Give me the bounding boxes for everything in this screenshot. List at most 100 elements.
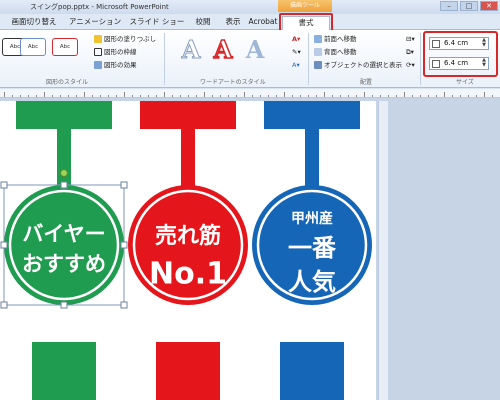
ruler-tick: [236, 95, 237, 97]
shape-style-3[interactable]: Abc: [52, 38, 78, 56]
pop-top-bar: [16, 101, 112, 129]
ruler-tick: [340, 95, 341, 97]
selection-pane-icon: [314, 61, 322, 69]
ruler-tick: [396, 95, 397, 97]
resize-handle[interactable]: [60, 181, 68, 189]
ruler-tick: [156, 95, 157, 97]
ruler-tick: [308, 95, 309, 97]
pop-text-line: バイヤー: [22, 222, 105, 246]
ruler-tick: [68, 95, 69, 97]
bring-forward-icon: [314, 35, 322, 43]
tab-transitions[interactable]: 画面切り替え: [8, 16, 60, 30]
resize-handle[interactable]: [120, 301, 128, 309]
ruler-tick: [84, 92, 85, 97]
ruler-tick: [260, 95, 261, 97]
wordart-style-1[interactable]: A: [180, 35, 202, 64]
ruler-tick: [268, 95, 269, 97]
send-backward-button[interactable]: 背面へ移動: [314, 47, 357, 57]
shape-effects-button[interactable]: 図形の効果: [94, 60, 137, 70]
group-arrange-label: 配置: [360, 79, 373, 86]
drawing-tools-header: 描画ツール: [278, 0, 332, 12]
ruler-tick: [20, 95, 21, 97]
pop-bottom-swatch: [280, 342, 344, 400]
group-separator: [164, 33, 165, 85]
resize-handle[interactable]: [120, 181, 128, 189]
group-wordart-label: ワードアートのスタイル: [200, 79, 266, 86]
resize-handle[interactable]: [0, 181, 8, 189]
ruler-tick: [28, 95, 29, 97]
wordart-style-3[interactable]: A: [244, 36, 266, 64]
group-separator: [308, 33, 309, 85]
tab-animations[interactable]: アニメーション: [66, 16, 124, 30]
ruler-tick: [44, 92, 45, 97]
shape-style-2[interactable]: Abc: [20, 38, 46, 56]
ruler-tick: [476, 95, 477, 97]
ruler-tick: [316, 95, 317, 97]
ruler-tick: [284, 92, 285, 97]
ruler-tick: [220, 95, 221, 97]
resize-handle[interactable]: [0, 301, 8, 309]
ruler-tick: [324, 92, 325, 97]
pop-text-line: おすすめ: [22, 252, 106, 276]
shape-outline-button[interactable]: 図形の枠線: [94, 47, 137, 57]
shape-effects-label: 図形の効果: [104, 61, 137, 69]
ruler-tick: [436, 95, 437, 97]
ruler-tick: [52, 95, 53, 97]
group-shape-styles-label: 図形のスタイル: [46, 79, 89, 86]
pencil-icon: [94, 48, 102, 56]
pop-bottom-swatch: [156, 342, 220, 400]
resize-handle[interactable]: [60, 301, 68, 309]
resize-handle[interactable]: [0, 241, 8, 249]
ruler-tick: [100, 95, 101, 97]
selection-pane-button[interactable]: オブジェクトの選択と表示: [314, 60, 402, 70]
pop-text-line: No.1: [149, 257, 227, 292]
tab-acrobat[interactable]: Acrobat: [248, 16, 278, 30]
text-outline-icon[interactable]: ✎▾: [292, 47, 301, 57]
group-size-label: サイズ: [456, 79, 474, 86]
pop-text-line: 人気: [288, 268, 336, 296]
pop-shapes: バイヤーおすすめ 売れ筋 No.1 甲州産一番人気: [0, 101, 372, 400]
bring-forward-button[interactable]: 前面へ移動: [314, 34, 357, 44]
rotation-handle[interactable]: [60, 169, 68, 177]
ruler-tick: [244, 92, 245, 97]
ruler-tick: [484, 92, 485, 97]
slide-canvas[interactable]: バイヤー おすすめ 売れ筋 No.1 甲州産 一番 人気: [0, 101, 376, 400]
ruler-tick: [492, 95, 493, 97]
group-icon[interactable]: ⧉▾: [406, 47, 414, 57]
vertical-scrollbar[interactable]: [378, 101, 388, 400]
horizontal-ruler: [0, 89, 500, 98]
tab-view[interactable]: 表示: [220, 16, 246, 30]
ruler-tick: [212, 95, 213, 97]
ruler-tick: [444, 92, 445, 97]
rotate-icon[interactable]: ⟳▾: [406, 60, 415, 70]
wordart-style-2[interactable]: A: [212, 35, 234, 65]
ruler-tick: [12, 95, 13, 97]
tab-slideshow[interactable]: スライド ショー: [128, 16, 186, 30]
text-fill-icon[interactable]: A▾: [292, 34, 300, 44]
tab-review[interactable]: 校閲: [190, 16, 216, 30]
ruler-tick: [356, 95, 357, 97]
text-effects-icon[interactable]: A▾: [292, 60, 300, 70]
ruler-tick: [412, 95, 413, 97]
paint-bucket-icon: [94, 35, 102, 43]
align-icon[interactable]: ⊟▾: [406, 34, 415, 44]
ruler-tick: [420, 95, 421, 97]
close-button[interactable]: ✕: [480, 1, 498, 11]
minimize-button[interactable]: –: [440, 1, 458, 11]
ruler-tick: [76, 95, 77, 97]
ruler-tick: [372, 95, 373, 97]
ruler-tick: [460, 95, 461, 97]
shape-fill-button[interactable]: 図形の塗りつぶし: [94, 34, 156, 44]
ruler-tick: [300, 95, 301, 97]
pop-stem: [181, 127, 195, 191]
maximize-button[interactable]: □: [460, 1, 478, 11]
ruler-tick: [124, 92, 125, 97]
pop-text-line: 一番: [288, 234, 337, 262]
resize-handle[interactable]: [120, 241, 128, 249]
window-controls: – □ ✕: [440, 1, 498, 11]
ruler-tick: [388, 95, 389, 97]
ruler-tick: [108, 95, 109, 97]
ruler-tick: [172, 95, 173, 97]
shape-outline-label: 図形の枠線: [104, 48, 137, 56]
ruler-tick: [164, 92, 165, 97]
